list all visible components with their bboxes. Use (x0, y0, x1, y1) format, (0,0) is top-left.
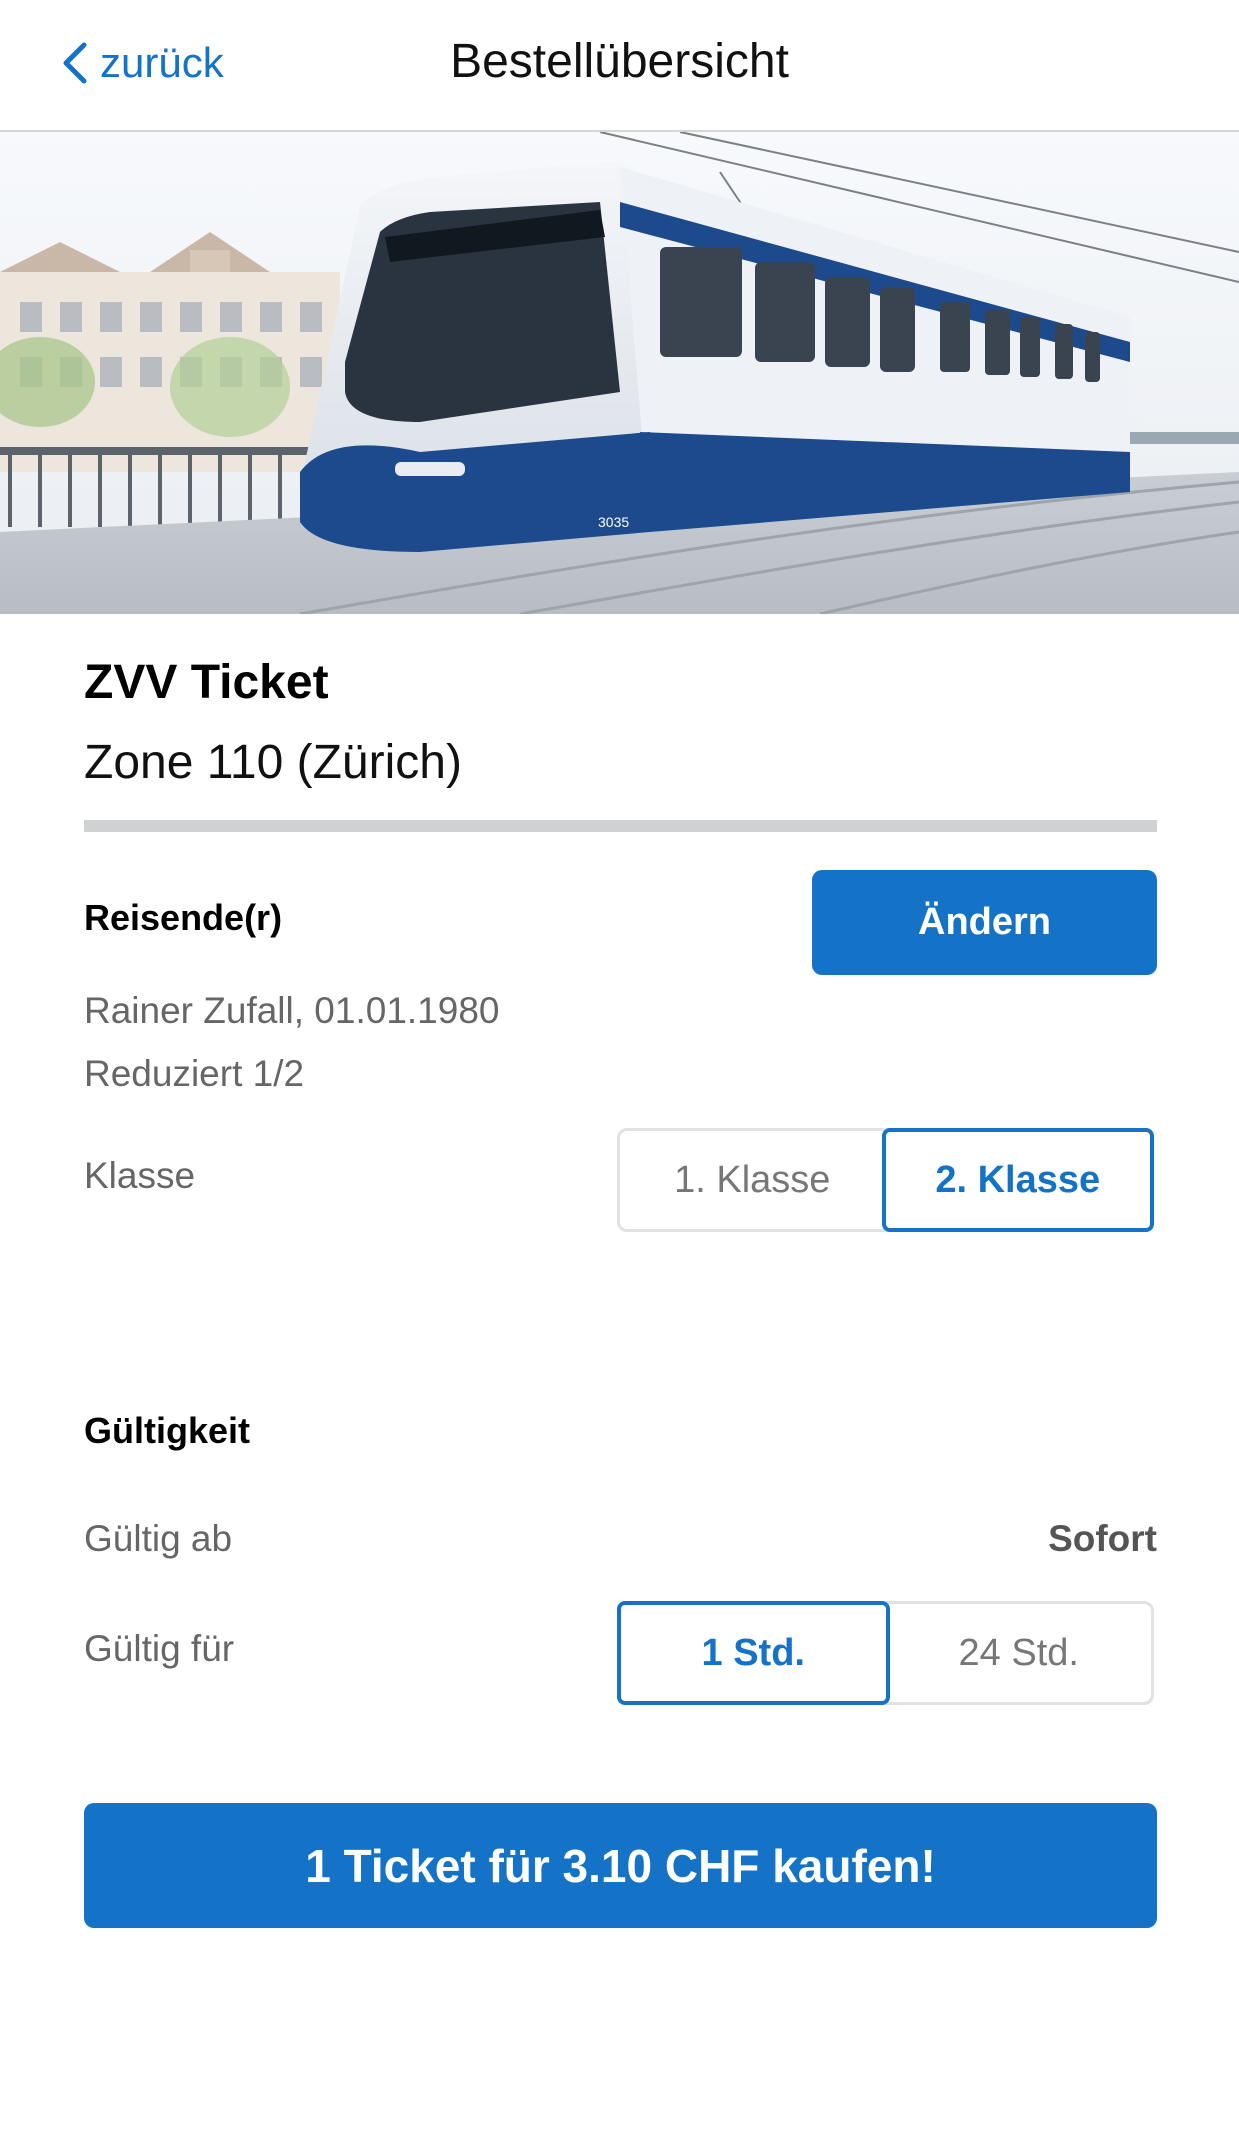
traveler-section-title: Reisende(r) (84, 897, 283, 938)
duration-segmented-control: 1 Std. 24 Std. (617, 1601, 1154, 1705)
valid-from-value: Sofort (1048, 1518, 1157, 1559)
class-label: Klasse (84, 1155, 196, 1196)
ticket-title: ZVV Ticket (84, 656, 329, 709)
traveler-fare-type: Reduziert 1/2 (84, 1053, 305, 1094)
duration-option-24h[interactable]: 24 Std. (887, 1604, 1152, 1702)
duration-option-1h[interactable]: 1 Std. (617, 1601, 890, 1705)
class-option-second[interactable]: 2. Klasse (881, 1128, 1154, 1232)
tram-number: 3035 (598, 514, 629, 530)
class-option-first[interactable]: 1. Klasse (620, 1131, 885, 1229)
valid-for-label: Gültig für (84, 1628, 235, 1669)
tram-illustration: 3035 (0, 132, 1239, 614)
change-traveler-button[interactable]: Ändern (812, 870, 1157, 975)
buy-ticket-button[interactable]: 1 Ticket für 3.10 CHF kaufen! (84, 1803, 1157, 1928)
ticket-zone: Zone 110 (Zürich) (84, 736, 462, 789)
tram-photo: 3035 (0, 132, 1239, 614)
page-title: Bestellübersicht (450, 35, 789, 88)
valid-from-label: Gültig ab (84, 1518, 233, 1559)
class-segmented-control: 1. Klasse 2. Klasse (617, 1128, 1154, 1232)
section-divider (84, 820, 1157, 832)
traveler-name: Rainer Zufall, 01.01.1980 (84, 990, 500, 1031)
validity-section-title: Gültigkeit (84, 1410, 251, 1451)
navigation-bar: zurück Bestellübersicht (0, 0, 1239, 132)
